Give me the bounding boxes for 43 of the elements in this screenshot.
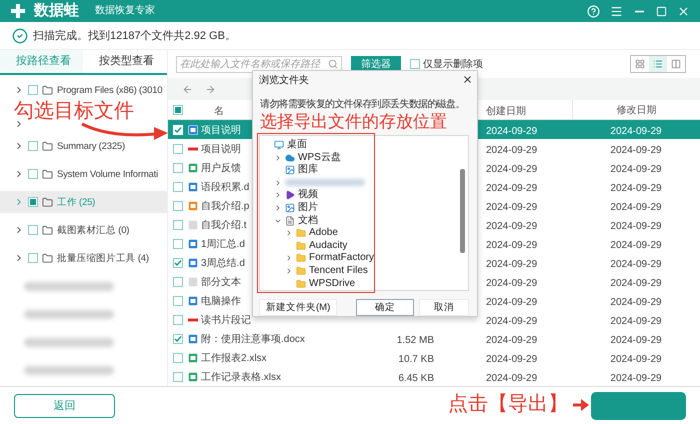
column-header: 修改日期 [616, 104, 656, 116]
app-logo: 数据蛙 [34, 2, 79, 20]
modified-date: 2024-09-29 [610, 372, 662, 384]
modified-date: 2024-09-29 [610, 202, 662, 212]
modified-date: 2024-09-29 [610, 220, 662, 232]
modified-date: 2024-09-29 [610, 334, 662, 346]
created-date: 2024-09-29 [486, 220, 538, 232]
created-date: 2024-09-29 [486, 144, 538, 156]
dialog-title: 浏览文件夹 [259, 74, 309, 87]
annotation-text: 勾选目标文件 [14, 102, 134, 121]
modified-date: 2024-09-29 [610, 144, 662, 156]
created-date: 2024-09-29 [486, 258, 538, 270]
created-date: 2024-09-29 [486, 240, 538, 250]
modified-date: 2024-09-29 [610, 354, 662, 364]
checkbox-label: 仅显示删除项 [423, 58, 483, 71]
file-size: 10.7 KB [398, 354, 434, 364]
created-date: 2024-09-29 [486, 278, 538, 288]
created-date: 2024-09-29 [486, 126, 538, 136]
scan-status: 扫描完成。找到12187个文件共2.92 GB。 [33, 28, 236, 43]
column-header: 名 [214, 106, 224, 116]
file-size: 6.45 KB [398, 372, 434, 384]
modified-date: 2024-09-29 [610, 278, 662, 288]
created-date: 2024-09-29 [486, 164, 538, 174]
modified-date: 2024-09-29 [610, 126, 662, 136]
created-date: 2024-09-29 [486, 182, 538, 194]
created-date: 2024-09-29 [486, 296, 538, 308]
modified-date: 2024-09-29 [610, 164, 662, 174]
app-subtitle: 数据恢复专家 [95, 5, 155, 17]
created-date: 2024-09-29 [486, 202, 538, 212]
modified-date: 2024-09-29 [610, 316, 662, 326]
modified-date: 2024-09-29 [610, 258, 662, 270]
file-size: 1.52 MB [396, 334, 434, 346]
created-date: 2024-09-29 [486, 354, 538, 364]
created-date: 2024-09-29 [486, 334, 538, 346]
annotation-text: 点击【导出】 [448, 395, 568, 414]
annotation-text: 选择导出文件的存放位置 [260, 112, 447, 132]
modified-date: 2024-09-29 [610, 240, 662, 250]
created-date: 2024-09-29 [486, 316, 538, 326]
warning-text: 请勿将需要恢复的文件保存到原丢失数据的磁盘。 [260, 98, 465, 111]
modified-date: 2024-09-29 [610, 296, 662, 308]
created-date: 2024-09-29 [486, 372, 538, 384]
modified-date: 2024-09-29 [610, 182, 662, 194]
column-header: 创建日期 [486, 106, 526, 116]
